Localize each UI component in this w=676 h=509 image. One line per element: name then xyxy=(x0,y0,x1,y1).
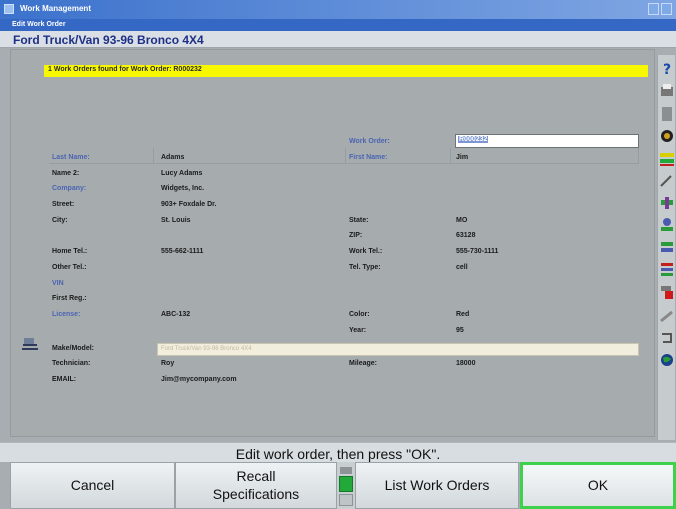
globe-icon[interactable] xyxy=(659,351,675,369)
license-label: License: xyxy=(52,311,81,318)
ok-button[interactable]: OK xyxy=(520,462,676,509)
indicator-top xyxy=(340,467,352,474)
last-name-label: Last Name: xyxy=(52,154,90,161)
work-order-form: 1 Work Orders found for Work Order: R000… xyxy=(10,49,655,437)
window-titlebar: Work Management xyxy=(0,0,676,19)
company-field[interactable]: Widgets, Inc. xyxy=(161,185,204,192)
vehicle-spec-icon[interactable] xyxy=(659,238,675,256)
grid-cell xyxy=(451,148,639,164)
indicator-active xyxy=(339,476,353,492)
status-bar: Edit work order, then press "OK". xyxy=(0,442,676,462)
street-label: Street: xyxy=(52,201,75,208)
window-controls xyxy=(648,3,672,15)
mileage-label: Mileage: xyxy=(349,360,378,367)
name2-field[interactable]: Lucy Adams xyxy=(161,170,202,177)
wrench-icon[interactable] xyxy=(659,105,675,123)
tool-icon[interactable] xyxy=(659,172,675,190)
window-title: Work Management xyxy=(20,4,91,13)
found-notice-text: 1 Work Orders found for Work Order: R000… xyxy=(48,66,202,73)
other-tel-label: Other Tel.: xyxy=(52,264,87,271)
year-label: Year: xyxy=(349,327,367,334)
first-reg-label: First Reg.: xyxy=(52,295,87,302)
year-field[interactable]: 95 xyxy=(456,327,464,334)
level-icon[interactable] xyxy=(659,260,675,278)
state-field[interactable]: MO xyxy=(456,217,467,224)
city-label: City: xyxy=(52,217,68,224)
last-name-field[interactable]: Adams xyxy=(161,154,184,161)
tel-type-label: Tel. Type: xyxy=(349,264,381,271)
state-label: State: xyxy=(349,217,369,224)
tool-sidebar: ? xyxy=(657,55,675,440)
vehicle-title: Ford Truck/Van 93-96 Bronco 4X4 xyxy=(13,33,204,47)
screen-subtitle: Edit Work Order xyxy=(12,21,66,28)
alignment-bar-icon[interactable] xyxy=(659,150,675,168)
cancel-button[interactable]: Cancel xyxy=(10,462,175,509)
minimize-icon[interactable] xyxy=(648,3,659,15)
first-name-field[interactable]: Jim xyxy=(456,154,468,161)
vehicle-header: Ford Truck/Van 93-96 Bronco 4X4 xyxy=(0,31,676,48)
help-icon[interactable]: ? xyxy=(659,60,675,78)
screen-subtitle-bar: Edit Work Order xyxy=(0,19,676,31)
indicator-bottom xyxy=(339,494,353,506)
company-label: Company: xyxy=(52,185,87,192)
recall-label-line1: Recall xyxy=(236,468,276,484)
page-indicator xyxy=(337,462,355,509)
zip-field[interactable]: 63128 xyxy=(456,232,475,239)
status-message: Edit work order, then press "OK". xyxy=(235,446,441,462)
work-order-input[interactable]: R000232 xyxy=(455,134,639,148)
technician-field[interactable]: Roy xyxy=(161,360,174,367)
license-field[interactable]: ABC-132 xyxy=(161,311,190,318)
arrow-icon[interactable] xyxy=(659,329,675,347)
vehicle-select-icon[interactable] xyxy=(21,336,41,354)
ok-button-label: OK xyxy=(587,476,609,493)
email-field[interactable]: Jim@mycompany.com xyxy=(161,376,237,383)
app-icon xyxy=(4,4,14,14)
technician-label: Technician: xyxy=(52,360,91,367)
found-notice: 1 Work Orders found for Work Order: R000… xyxy=(44,65,648,77)
list-work-orders-label: List Work Orders xyxy=(384,476,490,493)
recall-label-line2: Specifications xyxy=(212,485,300,502)
color-label: Color: xyxy=(349,311,370,318)
recall-specifications-button[interactable]: Recall Specifications xyxy=(175,462,337,509)
work-tel-field[interactable]: 555-730-1111 xyxy=(456,248,498,255)
name2-label: Name 2: xyxy=(52,170,80,177)
home-tel-field[interactable]: 555-662-1111 xyxy=(161,248,203,255)
red-tool-icon[interactable] xyxy=(659,283,675,301)
printer-icon[interactable] xyxy=(659,83,675,101)
close-icon[interactable] xyxy=(661,3,672,15)
mileage-field[interactable]: 18000 xyxy=(456,360,475,367)
email-label: EMAIL: xyxy=(52,376,77,383)
make-model-field[interactable]: Ford Truck/Van 93-96 Bronco 4X4 xyxy=(157,343,639,356)
home-tel-label: Home Tel.: xyxy=(52,248,88,255)
work-tel-label: Work Tel.: xyxy=(349,248,383,255)
city-field[interactable]: St. Louis xyxy=(161,217,191,224)
camber-icon[interactable] xyxy=(659,194,675,212)
wrench2-icon[interactable] xyxy=(659,307,675,325)
zip-label: ZIP: xyxy=(349,232,363,239)
cancel-button-label: Cancel xyxy=(70,476,115,493)
work-order-label: Work Order: xyxy=(349,138,390,145)
vin-label: VIN xyxy=(52,280,64,287)
first-name-label: First Name: xyxy=(349,154,388,161)
work-order-value: R000232 xyxy=(458,136,489,143)
street-field[interactable]: 903+ Foxdale Dr. xyxy=(161,201,216,208)
tel-type-field[interactable]: cell xyxy=(456,264,468,271)
make-model-label: Make/Model: xyxy=(52,345,95,352)
sensor-icon[interactable] xyxy=(659,216,675,234)
svg-text:?: ? xyxy=(663,62,671,78)
list-work-orders-button[interactable]: List Work Orders xyxy=(355,462,519,509)
gauge-icon[interactable] xyxy=(659,127,675,145)
color-field[interactable]: Red xyxy=(456,311,469,318)
